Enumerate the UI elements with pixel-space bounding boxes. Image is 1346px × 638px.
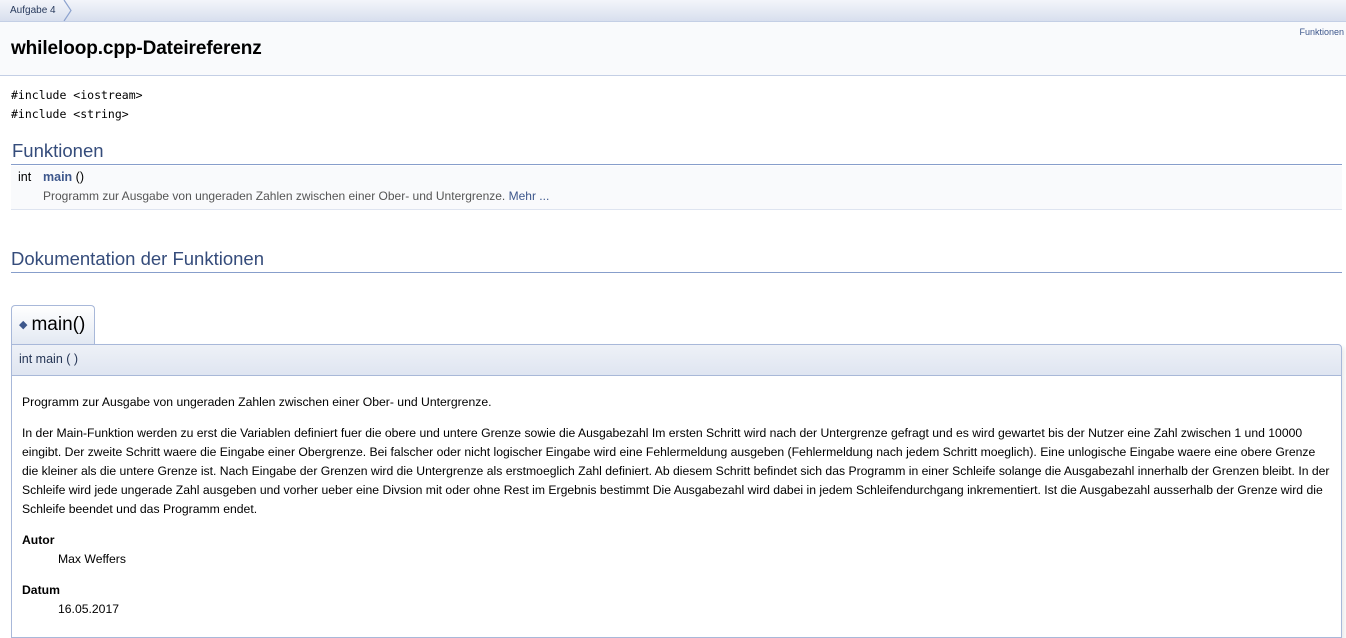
- page-header: Funktionen whileloop.cpp-Dateireferenz: [0, 22, 1346, 76]
- member-brief-text: Programm zur Ausgabe von ungeraden Zahle…: [43, 189, 506, 203]
- date-label: Datum: [22, 583, 60, 597]
- author-label: Autor: [22, 533, 55, 547]
- include-list: #include <iostream> #include <string>: [11, 86, 143, 124]
- member-detailed-description: In der Main-Funktion werden zu erst die …: [22, 426, 1330, 516]
- page-title: whileloop.cpp-Dateireferenz: [11, 38, 262, 59]
- member-title-tab: ◆ main(): [11, 305, 95, 345]
- member-brief-description: Programm zur Ausgabe von ungeraden Zahle…: [22, 395, 492, 409]
- more-link[interactable]: Mehr ...: [509, 189, 550, 203]
- member-args: (): [72, 170, 84, 184]
- member-summary-row: int main () Programm zur Ausgabe von ung…: [11, 166, 1342, 210]
- member-return-type: int: [18, 170, 32, 184]
- navpath-bar: Aufgabe 4: [0, 0, 1346, 22]
- member-signature: main (): [43, 170, 84, 184]
- date-value: 16.05.2017: [58, 602, 119, 616]
- member-link-main[interactable]: main: [43, 170, 72, 184]
- breadcrumb-separator-icon: [63, 0, 72, 21]
- navpath-item-aufgabe-4[interactable]: Aufgabe 4: [0, 0, 70, 21]
- include-line: #include <string>: [11, 107, 129, 121]
- include-line: #include <iostream>: [11, 88, 143, 102]
- member-prototype: int main ( ): [11, 344, 1342, 376]
- functions-heading: Funktionen: [11, 140, 1342, 165]
- member-documentation: Programm zur Ausgabe von ungeraden Zahle…: [11, 376, 1342, 638]
- summary-link-funktionen[interactable]: Funktionen: [1299, 27, 1344, 37]
- member-brief: Programm zur Ausgabe von ungeraden Zahle…: [43, 189, 549, 203]
- author-value: Max Weffers: [58, 552, 126, 566]
- member-title: main(): [31, 314, 86, 335]
- documentation-heading: Dokumentation der Funktionen: [11, 248, 1342, 273]
- permalink-diamond-icon[interactable]: ◆: [19, 319, 27, 331]
